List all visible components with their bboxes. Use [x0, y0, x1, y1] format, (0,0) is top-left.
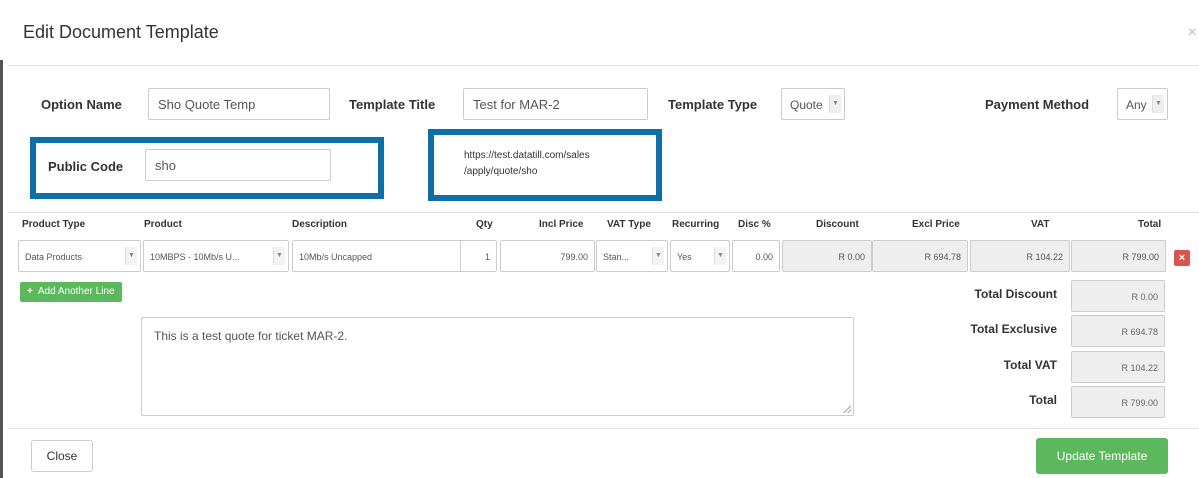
update-template-button[interactable]: Update Template: [1036, 438, 1168, 474]
window-edge: [0, 60, 3, 478]
modal-header: Edit Document Template ×: [8, 0, 1199, 66]
disc-pct-input[interactable]: 0.00: [732, 240, 780, 272]
incl-price-input[interactable]: 799.00: [500, 240, 595, 272]
col-vat: VAT: [1031, 219, 1050, 230]
col-description: Description: [292, 219, 348, 230]
qty-input[interactable]: 1: [460, 240, 497, 272]
template-title-input[interactable]: Test for MAR-2: [463, 88, 648, 120]
line-items-header: Product Type Product Description Qty Inc…: [8, 212, 1199, 236]
footer-divider: [8, 428, 1199, 429]
modal-title: Edit Document Template: [23, 22, 219, 42]
vat-type-select[interactable]: Stan... ▼: [596, 240, 668, 272]
col-product: Product: [144, 219, 182, 230]
close-icon[interactable]: ×: [1188, 24, 1197, 42]
col-vat-type: VAT Type: [607, 219, 651, 230]
col-total: Total: [1138, 219, 1162, 230]
description-input[interactable]: 10Mb/s Uncapped: [292, 240, 464, 272]
resize-grip-icon[interactable]: [843, 405, 851, 413]
product-select[interactable]: 10MBPS - 10Mb/s U... ▼: [143, 240, 289, 272]
public-code-input[interactable]: sho: [145, 149, 331, 181]
grand-total-label: Total: [1029, 393, 1057, 407]
product-value: 10MBPS - 10Mb/s U...: [150, 252, 240, 262]
template-title-label: Template Title: [349, 97, 436, 112]
public-code-label: Public Code: [48, 159, 124, 174]
edit-template-modal: Edit Document Template × Option Name Sho…: [8, 0, 1199, 478]
recurring-value: Yes: [677, 252, 692, 262]
recurring-select[interactable]: Yes ▼: [670, 240, 730, 272]
vat-type-value: Stan...: [603, 252, 630, 262]
vat-value: R 104.22: [970, 240, 1070, 272]
col-product-type: Product Type: [22, 219, 86, 230]
delete-line-button[interactable]: ×: [1174, 250, 1190, 266]
total-exclusive-value: R 694.78: [1071, 315, 1165, 347]
add-line-label: Add Another Line: [37, 286, 115, 297]
close-button[interactable]: Close: [31, 440, 93, 472]
col-recurring: Recurring: [672, 219, 720, 230]
col-disc-pct: Disc %: [738, 219, 771, 230]
product-type-value: Data Products: [25, 252, 83, 262]
add-line-button[interactable]: + Add Another Line: [20, 282, 122, 302]
payment-method-label: Payment Method: [985, 97, 1090, 112]
public-url-line2: /apply/quote/sho: [464, 166, 538, 177]
payment-method-select[interactable]: Any ▼: [1117, 88, 1168, 120]
template-type-value: Quote: [790, 98, 823, 112]
plus-icon: +: [27, 286, 33, 297]
notes-text: This is a test quote for ticket MAR-2.: [154, 329, 348, 343]
option-name-input[interactable]: Sho Quote Temp: [148, 88, 330, 120]
payment-method-value: Any: [1126, 98, 1147, 112]
chevron-down-icon: ▼: [829, 95, 841, 113]
col-discount: Discount: [816, 219, 859, 230]
col-excl-price: Excl Price: [912, 219, 960, 230]
grand-total-value: R 799.00: [1071, 386, 1165, 418]
total-discount-value: R 0.00: [1071, 280, 1165, 312]
chevron-down-icon: ▼: [125, 247, 137, 265]
col-incl-price: Incl Price: [539, 219, 584, 230]
discount-value: R 0.00: [782, 240, 872, 272]
option-name-label: Option Name: [41, 97, 122, 112]
excl-price-value: R 694.78: [872, 240, 968, 272]
chevron-down-icon: ▼: [714, 247, 726, 265]
chevron-down-icon: ▼: [652, 247, 664, 265]
total-vat-value: R 104.22: [1071, 351, 1165, 383]
total-exclusive-label: Total Exclusive: [970, 322, 1057, 336]
chevron-down-icon: ▼: [1152, 95, 1164, 113]
notes-textarea[interactable]: This is a test quote for ticket MAR-2.: [141, 317, 854, 416]
public-url-text[interactable]: https://test.datatill.com/sales /apply/q…: [464, 148, 590, 180]
col-qty: Qty: [476, 219, 493, 230]
chevron-down-icon: ▼: [273, 247, 285, 265]
template-type-label: Template Type: [668, 97, 758, 112]
product-type-select[interactable]: Data Products ▼: [18, 240, 141, 272]
public-url-line1: https://test.datatill.com/sales: [464, 150, 590, 161]
total-discount-label: Total Discount: [974, 287, 1057, 301]
line-item-row: Data Products ▼ 10MBPS - 10Mb/s U... ▼ 1…: [8, 240, 1199, 272]
total-vat-label: Total VAT: [1003, 358, 1057, 372]
template-type-select[interactable]: Quote ▼: [781, 88, 845, 120]
total-value: R 799.00: [1071, 240, 1166, 272]
